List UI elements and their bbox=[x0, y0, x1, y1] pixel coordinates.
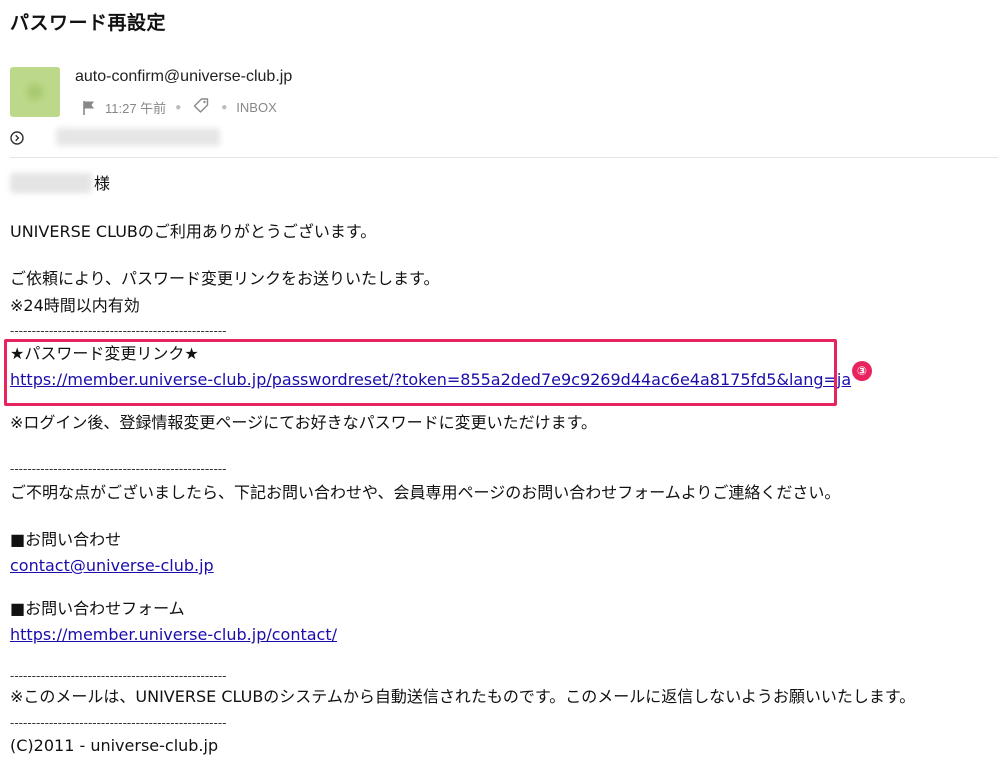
auto-send-note: ※このメールは、UNIVERSE CLUBのシステムから自動送信されたものです。… bbox=[10, 687, 916, 706]
validity-note: ※24時間以内有効 bbox=[10, 296, 140, 315]
step-badge: ③ bbox=[852, 361, 872, 381]
separator-line: ----------------------------------------… bbox=[10, 669, 227, 683]
tag-icon[interactable] bbox=[192, 97, 210, 118]
expand-recipients-icon[interactable] bbox=[10, 130, 24, 145]
after-login-note: ※ログイン後、登録情報変更ページにてお好きなパスワードに変更いただけます。 bbox=[10, 413, 598, 432]
inquiry-text: ご不明な点がございましたら、下記お問い合わせや、会員専用ページのお問い合わせフォ… bbox=[10, 483, 841, 502]
sender-address[interactable]: auto-confirm@universe-club.jp bbox=[75, 68, 292, 86]
contact-heading: ■お問い合わせ bbox=[10, 530, 122, 549]
meta-separator-dot: ● bbox=[175, 102, 182, 113]
form-link-row: https://member.universe-club.jp/contact/ bbox=[10, 624, 337, 646]
email-subject: パスワード再設定 bbox=[10, 12, 167, 34]
contact-email-link[interactable]: contact@universe-club.jp bbox=[10, 556, 214, 575]
request-text: ご依頼により、パスワード変更リンクをお送りいたします。 bbox=[10, 269, 440, 288]
email-time: 11:27 午前 bbox=[105, 101, 167, 116]
highlight-box bbox=[4, 339, 837, 406]
copyright-text: (C)2011 - universe-club.jp bbox=[10, 736, 219, 755]
recipient-name-blurred bbox=[10, 173, 92, 193]
form-heading: ■お問い合わせフォーム bbox=[10, 599, 185, 618]
sender-avatar bbox=[10, 67, 60, 117]
flag-icon[interactable] bbox=[82, 100, 96, 116]
email-meta: 11:27 午前 ● ● INBOX bbox=[82, 97, 277, 118]
folder-label[interactable]: INBOX bbox=[236, 100, 276, 115]
meta-separator-dot: ● bbox=[221, 102, 228, 113]
salutation-suffix: 様 bbox=[94, 174, 111, 193]
greeting-text: UNIVERSE CLUBのご利用ありがとうございます。 bbox=[10, 222, 377, 241]
separator-line: ----------------------------------------… bbox=[10, 462, 227, 476]
header-divider bbox=[10, 157, 998, 158]
contact-form-link[interactable]: https://member.universe-club.jp/contact/ bbox=[10, 625, 337, 644]
separator-line: ----------------------------------------… bbox=[10, 716, 227, 730]
contact-email-row: contact@universe-club.jp bbox=[10, 555, 214, 577]
recipient-blurred bbox=[56, 128, 220, 146]
